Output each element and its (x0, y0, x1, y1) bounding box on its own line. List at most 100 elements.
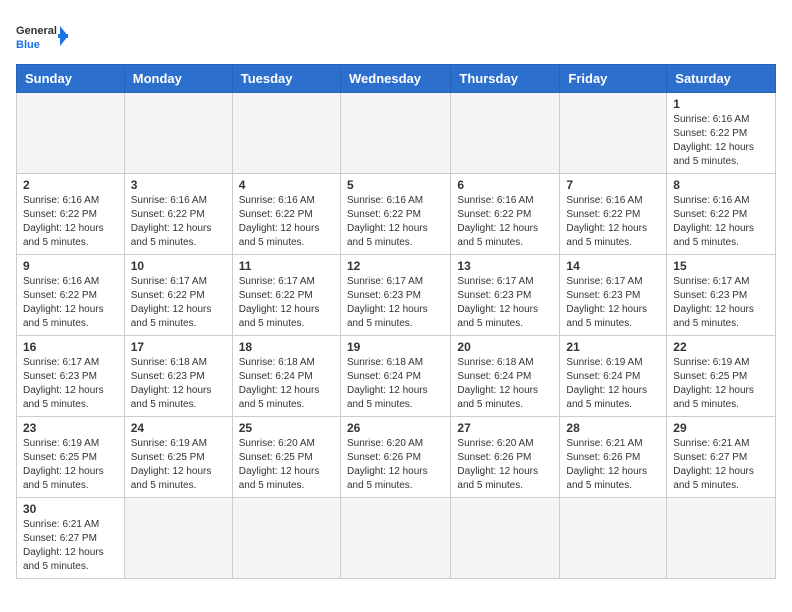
cell-info: Sunrise: 6:16 AMSunset: 6:22 PMDaylight:… (23, 275, 118, 331)
calendar-cell: 8Sunrise: 6:16 AMSunset: 6:22 PMDaylight… (667, 174, 776, 255)
day-number: 23 (23, 421, 118, 435)
calendar-cell: 21 Sunrise: 6:19 AMSunset: 6:24 PMDayligh… (560, 336, 667, 417)
cell-info: Sunrise: 6:19 AMSunset: 6:25 PMDaylight:… (131, 437, 226, 493)
calendar-cell: 28 Sunrise: 6:21 AMSunset: 6:26 PMDayligh… (560, 417, 667, 498)
cell-info: Sunrise: 6:17 AMSunset: 6:23 PMDaylight:… (673, 275, 769, 331)
calendar-cell: 24 Sunrise: 6:19 AMSunset: 6:25 PMDayligh… (124, 417, 232, 498)
calendar-cell: 5 Sunrise: 6:16 AMSunset: 6:22 PMDaylight… (340, 174, 450, 255)
svg-text:General: General (16, 25, 57, 37)
calendar-cell: 19Sunrise: 6:18 AMSunset: 6:24 PMDayligh… (340, 336, 450, 417)
calendar-cell: 3Sunrise: 6:16 AMSunset: 6:22 PMDaylight… (124, 174, 232, 255)
calendar-cell: 2 Sunrise: 6:16 AMSunset: 6:22 PMDaylight… (17, 174, 125, 255)
day-number: 14 (566, 259, 660, 273)
calendar-cell (124, 93, 232, 174)
day-number: 20 (457, 340, 553, 354)
calendar-cell: 18 Sunrise: 6:18 AMSunset: 6:24 PMDayligh… (232, 336, 340, 417)
cell-info: Sunrise: 6:19 AMSunset: 6:24 PMDaylight:… (566, 356, 660, 412)
cell-info: Sunrise: 6:20 AMSunset: 6:26 PMDaylight:… (347, 437, 444, 493)
day-number: 11 (239, 259, 334, 273)
calendar-cell (340, 93, 450, 174)
day-number: 18 (239, 340, 334, 354)
week-row-3: 9 Sunrise: 6:16 AMSunset: 6:22 PMDaylight… (17, 255, 776, 336)
calendar-cell (560, 498, 667, 579)
calendar-cell: 10 Sunrise: 6:17 AMSunset: 6:22 PMDayligh… (124, 255, 232, 336)
calendar-cell (232, 498, 340, 579)
logo: General Blue (16, 16, 68, 56)
day-number: 21 (566, 340, 660, 354)
calendar-cell: 27Sunrise: 6:20 AMSunset: 6:26 PMDayligh… (451, 417, 560, 498)
calendar-cell: 7 Sunrise: 6:16 AMSunset: 6:22 PMDaylight… (560, 174, 667, 255)
cell-info: Sunrise: 6:17 AMSunset: 6:23 PMDaylight:… (457, 275, 553, 331)
day-number: 16 (23, 340, 118, 354)
calendar-cell (451, 498, 560, 579)
page-header: General Blue (16, 16, 776, 56)
cell-info: Sunrise: 6:21 AMSunset: 6:26 PMDaylight:… (566, 437, 660, 493)
cell-info: Sunrise: 6:16 AMSunset: 6:22 PMDaylight:… (566, 194, 660, 250)
day-number: 29 (673, 421, 769, 435)
cell-info: Sunrise: 6:21 AMSunset: 6:27 PMDaylight:… (23, 518, 118, 574)
cell-info: Sunrise: 6:19 AMSunset: 6:25 PMDaylight:… (23, 437, 118, 493)
week-row-1: 1Sunrise: 6:16 AMSunset: 6:22 PMDaylight… (17, 93, 776, 174)
cell-info: Sunrise: 6:18 AMSunset: 6:24 PMDaylight:… (347, 356, 444, 412)
cell-info: Sunrise: 6:20 AMSunset: 6:26 PMDaylight:… (457, 437, 553, 493)
calendar-cell (17, 93, 125, 174)
day-header-friday: Friday (560, 65, 667, 93)
cell-info: Sunrise: 6:18 AMSunset: 6:24 PMDaylight:… (457, 356, 553, 412)
calendar-cell: 17 Sunrise: 6:18 AMSunset: 6:23 PMDayligh… (124, 336, 232, 417)
calendar-cell: 6 Sunrise: 6:16 AMSunset: 6:22 PMDaylight… (451, 174, 560, 255)
day-number: 28 (566, 421, 660, 435)
cell-info: Sunrise: 6:17 AMSunset: 6:22 PMDaylight:… (239, 275, 334, 331)
day-number: 13 (457, 259, 553, 273)
calendar-cell: 20 Sunrise: 6:18 AMSunset: 6:24 PMDayligh… (451, 336, 560, 417)
day-header-sunday: Sunday (17, 65, 125, 93)
calendar-cell: 23 Sunrise: 6:19 AMSunset: 6:25 PMDayligh… (17, 417, 125, 498)
calendar-table: SundayMondayTuesdayWednesdayThursdayFrid… (16, 64, 776, 579)
day-number: 12 (347, 259, 444, 273)
cell-info: Sunrise: 6:20 AMSunset: 6:25 PMDaylight:… (239, 437, 334, 493)
day-number: 4 (239, 178, 334, 192)
cell-info: Sunrise: 6:16 AMSunset: 6:22 PMDaylight:… (347, 194, 444, 250)
cell-info: Sunrise: 6:16 AMSunset: 6:22 PMDaylight:… (457, 194, 553, 250)
calendar-cell: 29 Sunrise: 6:21 AMSunset: 6:27 PMDayligh… (667, 417, 776, 498)
day-number: 2 (23, 178, 118, 192)
day-number: 1 (673, 97, 769, 111)
day-number: 9 (23, 259, 118, 273)
calendar-cell (560, 93, 667, 174)
day-number: 5 (347, 178, 444, 192)
calendar-cell: 4Sunrise: 6:16 AMSunset: 6:22 PMDaylight… (232, 174, 340, 255)
calendar-cell: 26 Sunrise: 6:20 AMSunset: 6:26 PMDayligh… (340, 417, 450, 498)
day-number: 6 (457, 178, 553, 192)
week-row-6: 30 Sunrise: 6:21 AMSunset: 6:27 PMDayligh… (17, 498, 776, 579)
day-number: 15 (673, 259, 769, 273)
cell-info: Sunrise: 6:21 AMSunset: 6:27 PMDaylight:… (673, 437, 769, 493)
day-number: 24 (131, 421, 226, 435)
calendar-cell: 14Sunrise: 6:17 AMSunset: 6:23 PMDayligh… (560, 255, 667, 336)
day-number: 17 (131, 340, 226, 354)
calendar-cell: 1Sunrise: 6:16 AMSunset: 6:22 PMDaylight… (667, 93, 776, 174)
cell-info: Sunrise: 6:17 AMSunset: 6:23 PMDaylight:… (23, 356, 118, 412)
day-number: 10 (131, 259, 226, 273)
day-number: 7 (566, 178, 660, 192)
calendar-cell: 15 Sunrise: 6:17 AMSunset: 6:23 PMDayligh… (667, 255, 776, 336)
week-row-2: 2 Sunrise: 6:16 AMSunset: 6:22 PMDaylight… (17, 174, 776, 255)
cell-info: Sunrise: 6:16 AMSunset: 6:22 PMDaylight:… (23, 194, 118, 250)
cell-info: Sunrise: 6:18 AMSunset: 6:23 PMDaylight:… (131, 356, 226, 412)
logo-svg: General Blue (16, 16, 68, 56)
day-number: 25 (239, 421, 334, 435)
cell-info: Sunrise: 6:16 AMSunset: 6:22 PMDaylight:… (131, 194, 226, 250)
day-number: 8 (673, 178, 769, 192)
cell-info: Sunrise: 6:18 AMSunset: 6:24 PMDaylight:… (239, 356, 334, 412)
day-number: 22 (673, 340, 769, 354)
calendar-cell (232, 93, 340, 174)
day-number: 30 (23, 502, 118, 516)
calendar-cell (124, 498, 232, 579)
week-row-4: 16 Sunrise: 6:17 AMSunset: 6:23 PMDayligh… (17, 336, 776, 417)
day-header-thursday: Thursday (451, 65, 560, 93)
calendar-cell: 9 Sunrise: 6:16 AMSunset: 6:22 PMDaylight… (17, 255, 125, 336)
day-number: 26 (347, 421, 444, 435)
calendar-cell: 16 Sunrise: 6:17 AMSunset: 6:23 PMDayligh… (17, 336, 125, 417)
cell-info: Sunrise: 6:17 AMSunset: 6:22 PMDaylight:… (131, 275, 226, 331)
calendar-cell (451, 93, 560, 174)
day-header-saturday: Saturday (667, 65, 776, 93)
calendar-cell: 30 Sunrise: 6:21 AMSunset: 6:27 PMDayligh… (17, 498, 125, 579)
